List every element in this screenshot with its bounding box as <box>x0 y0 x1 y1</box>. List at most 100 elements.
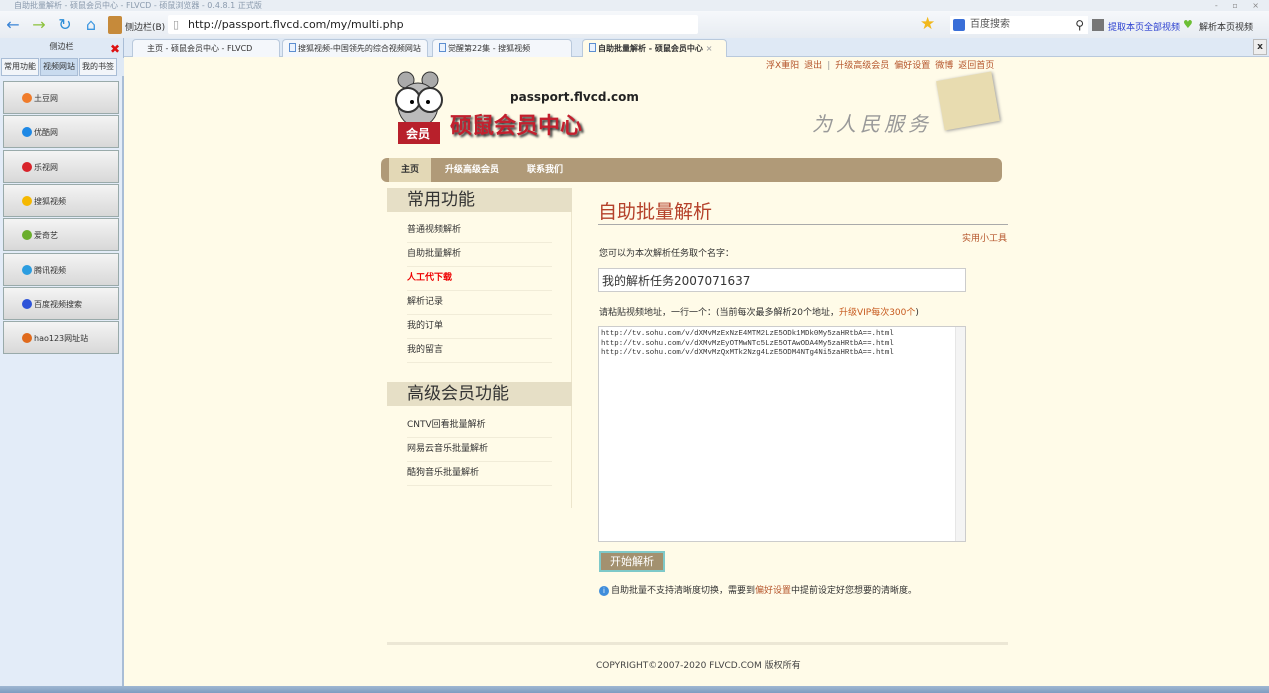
close-sidebar-icon[interactable]: ✖ <box>110 40 120 58</box>
search-icon[interactable]: ⚲ <box>1075 16 1084 34</box>
sidebar-tab-common[interactable]: 常用功能 <box>1 58 39 76</box>
page-icon <box>589 43 596 52</box>
sidebar-toggle-button[interactable]: 侧边栏(B) <box>125 20 165 33</box>
upgrade-link[interactable]: 升级高级会员 <box>835 61 889 71</box>
tab-batch-parse[interactable]: 自助批量解析 - 硕鼠会员中心 × <box>582 39 727 57</box>
close-all-button[interactable]: x <box>1253 39 1267 55</box>
sidebar-tab-bookmarks[interactable]: 我的书签 <box>79 58 117 76</box>
start-parse-button[interactable]: 开始解析 <box>599 551 665 572</box>
nav-home[interactable]: 主页 <box>389 158 432 182</box>
divider: | <box>827 61 831 71</box>
tab-label: 自助批量解析 - 硕鼠会员中心 <box>598 44 703 53</box>
site-logo-icon <box>22 230 32 241</box>
left-menu-item[interactable]: 人工代下载 <box>407 267 552 291</box>
sidebar-site-button[interactable]: 百度视频搜索 <box>3 286 119 320</box>
sidebar-tabs: 常用功能 视频网站 我的书签 <box>0 58 124 76</box>
window-title: 自助批量解析 - 硕鼠会员中心 - FLVCD - 硕鼠浏览器 - 0.4.8.… <box>14 1 262 10</box>
sidebar-site-button[interactable]: 优酷网 <box>3 115 119 149</box>
preferences-link[interactable]: 偏好设置 <box>894 61 930 71</box>
tools-link[interactable]: 实用小工具 <box>962 231 1007 244</box>
nav-upgrade[interactable]: 升级高级会员 <box>433 158 511 182</box>
window-controls[interactable]: - ▫ × <box>1215 0 1265 11</box>
home-link[interactable]: 返回首页 <box>958 61 994 71</box>
favorite-star-icon[interactable]: ★ <box>920 15 935 33</box>
sidebar-tab-video-sites[interactable]: 视频网站 <box>40 58 78 76</box>
left-menu-item[interactable]: 自助批量解析 <box>407 243 552 267</box>
page-title: 自助批量解析 <box>598 201 713 223</box>
tab-label: 觉醒第22集 - 搜狐视频 <box>448 44 531 53</box>
left-menu-item[interactable]: 网易云音乐批量解析 <box>407 438 552 462</box>
task-name-input[interactable] <box>598 268 966 292</box>
site-logo[interactable]: 会员 passport.flvcd.com 硕鼠会员中心 <box>388 70 639 148</box>
logout-link[interactable]: 退出 <box>804 61 822 71</box>
tab-label: 主页 - 硕鼠会员中心 - FLVCD <box>147 44 253 53</box>
tab-home[interactable]: 主页 - 硕鼠会员中心 - FLVCD <box>132 39 280 57</box>
parse-page-video-button[interactable]: 解析本页视频 <box>1199 20 1253 33</box>
close-tab-icon[interactable]: × <box>706 44 713 53</box>
site-name: 硕鼠会员中心 <box>450 114 583 139</box>
site-logo-icon <box>22 333 32 344</box>
tab-bar: 主页 - 硕鼠会员中心 - FLVCD 搜狐视频-中国领先的综合视频网站 觉醒第… <box>124 38 1269 57</box>
sidebar-site-label: 土豆网 <box>34 94 58 103</box>
section-common-functions: 常用功能 <box>387 188 572 212</box>
user-links: 浮X重阳 退出 | 升级高级会员 偏好设置 微博 返回首页 <box>766 58 999 71</box>
address-bar[interactable]: ▯ http://passport.flvcd.com/my/multi.php <box>168 15 698 34</box>
search-placeholder: 百度搜索 <box>970 19 1010 30</box>
info-text: 自助批量不支持清晰度切换，需要到 <box>611 586 756 596</box>
task-name-label: 您可以为本次解析任务取个名字： <box>599 249 735 259</box>
site-logo-icon <box>22 298 32 309</box>
download-heart-icon: ♥ <box>1183 18 1193 31</box>
page-icon <box>289 43 296 52</box>
sidebar-site-button[interactable]: hao123网址站 <box>3 321 119 355</box>
refresh-icon[interactable]: ↻ <box>56 16 74 34</box>
sidebar: 土豆网优酷网乐视网搜狐视频爱奇艺腾讯视频百度视频搜索 hao123网址站 <box>0 76 124 686</box>
sidebar-site-button[interactable]: 乐视网 <box>3 149 119 183</box>
upgrade-vip-link[interactable]: 升级VIP每次300个 <box>839 308 915 318</box>
site-logo-icon <box>22 93 32 103</box>
member-badge: 会员 <box>406 127 431 141</box>
forward-icon[interactable]: → <box>30 16 48 34</box>
sidebar-site-label: 爱奇艺 <box>34 231 58 241</box>
left-menu-item[interactable]: 我的订单 <box>407 315 552 339</box>
weibo-link[interactable]: 微博 <box>935 61 953 71</box>
sidebar-site-button[interactable]: 搜狐视频 <box>3 183 119 217</box>
info-text-end: 中提前设定好您想要的清晰度。 <box>791 586 918 596</box>
extract-all-videos-button[interactable]: 提取本页全部视频 <box>1108 20 1180 33</box>
sidebar-header: 侧边栏 ✖ <box>0 38 124 58</box>
sidebar-site-label: 百度视频搜索 <box>34 299 82 309</box>
sidebar-site-button[interactable]: 腾讯视频 <box>3 252 119 286</box>
copyright: COPYRIGHT©2007-2020 FLVCD.COM 版权所有 <box>596 661 801 671</box>
left-menu-item[interactable]: 我的留言 <box>407 339 552 363</box>
os-taskbar[interactable] <box>0 686 1269 693</box>
info-note: i 自助批量不支持清晰度切换，需要到偏好设置中提前设定好您想要的清晰度。 <box>599 583 917 596</box>
back-icon[interactable]: ← <box>4 16 22 34</box>
extract-icon <box>1092 19 1104 31</box>
page-icon: ▯ <box>173 18 180 31</box>
sidebar-title: 侧边栏 <box>49 42 74 51</box>
browser-toolbar: ← → ↻ ⌂ 侧边栏(B) ▯ http://passport.flvcd.co… <box>0 11 1269 38</box>
footer-divider <box>387 642 1008 645</box>
nav-contact[interactable]: 联系我们 <box>515 158 575 182</box>
left-menu-item[interactable]: 酷狗音乐批量解析 <box>407 462 552 486</box>
left-menu-item[interactable]: 解析记录 <box>407 291 552 315</box>
username-link[interactable]: 浮X重阳 <box>766 61 799 71</box>
sidebar-site-button[interactable]: 土豆网 <box>3 81 119 114</box>
home-icon[interactable]: ⌂ <box>82 16 100 34</box>
monitor-note-icon <box>936 71 1000 131</box>
window-title-bar: 自助批量解析 - 硕鼠会员中心 - FLVCD - 硕鼠浏览器 - 0.4.8.… <box>0 0 1269 11</box>
tab-sohu-episode[interactable]: 觉醒第22集 - 搜狐视频 <box>432 39 572 57</box>
sidebar-toggle-icon[interactable] <box>108 16 122 34</box>
sidebar-site-label: 优酷网 <box>34 128 58 138</box>
preferences-inline-link[interactable]: 偏好设置 <box>755 586 791 596</box>
site-logo-icon <box>22 127 32 138</box>
search-input[interactable]: 百度搜索 ⚲ <box>950 16 1088 34</box>
tab-label: 搜狐视频-中国领先的综合视频网站 <box>298 44 421 53</box>
sidebar-site-button[interactable]: 爱奇艺 <box>3 218 119 252</box>
left-menu-item[interactable]: 普通视频解析 <box>407 219 552 243</box>
textarea-scrollbar[interactable] <box>955 327 965 541</box>
video-urls-textarea[interactable]: http://tv.sohu.com/v/dXMvMzExNzE4MTM2LzE… <box>598 326 966 542</box>
left-menu-item[interactable]: CNTV回看批量解析 <box>407 414 552 438</box>
sidebar-site-label: 搜狐视频 <box>34 196 66 206</box>
baidu-icon <box>953 19 965 31</box>
tab-sohu[interactable]: 搜狐视频-中国领先的综合视频网站 <box>282 39 428 57</box>
